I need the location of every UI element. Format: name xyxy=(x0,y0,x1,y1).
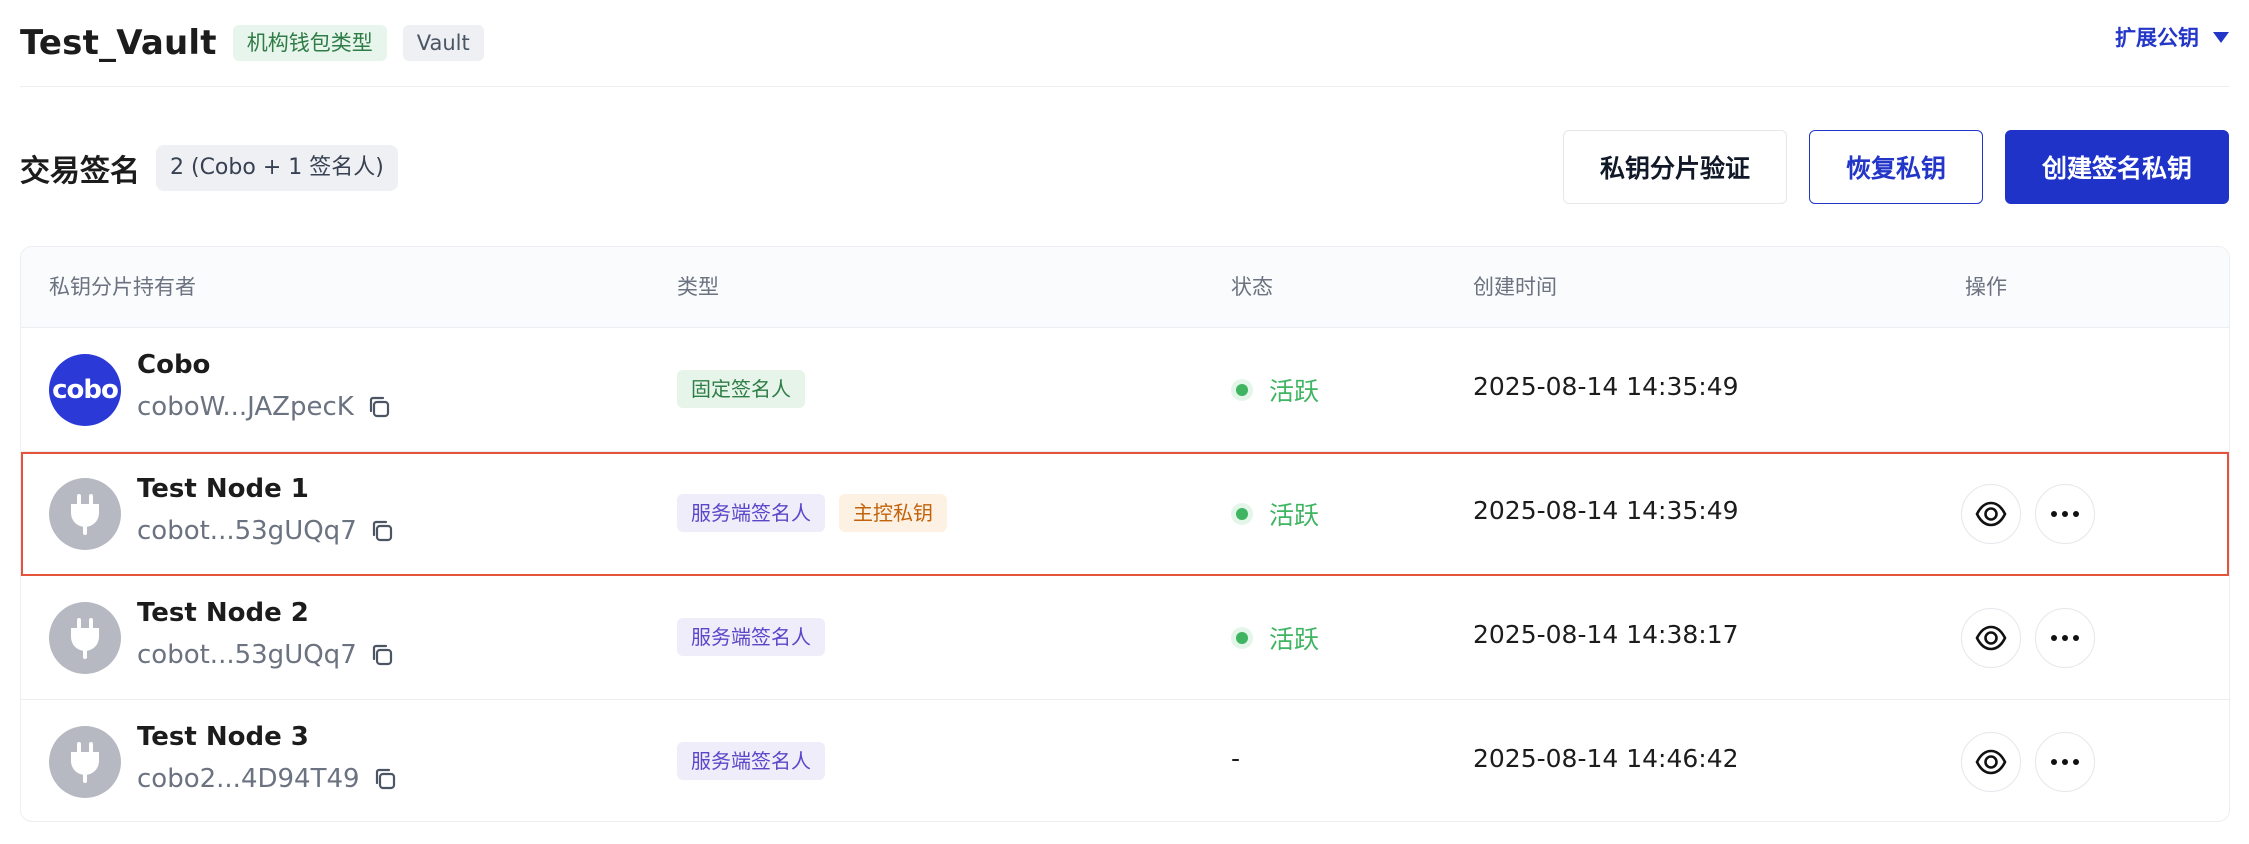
actions-cell xyxy=(1961,484,2109,544)
type-pill-server-signer: 服务端签名人 xyxy=(677,618,825,656)
header-status: 状态 xyxy=(1231,275,1273,299)
page: Test_Vault 机构钱包类型 Vault 扩展公钥 交易签名 2 (Cob… xyxy=(0,0,2249,844)
signer-count-badge: 2 (Cobo + 1 签名人) xyxy=(156,145,398,191)
caret-down-icon xyxy=(2213,31,2229,43)
key-holders-table: 私钥分片持有者 类型 状态 创建时间 操作 cobo Cobo coboW...… xyxy=(20,246,2230,822)
plug-icon xyxy=(71,742,99,783)
status-text: 活跃 xyxy=(1269,377,1320,406)
type-pill-fixed-signer: 固定签名人 xyxy=(677,370,805,408)
holder-address-text: cobot...53gUQq7 xyxy=(137,640,357,670)
table-header: 私钥分片持有者 类型 状态 创建时间 操作 xyxy=(21,247,2229,328)
eye-icon xyxy=(1975,625,2007,651)
holder-address-text: cobo2...4D94T49 xyxy=(137,764,360,794)
header-actions: 操作 xyxy=(1965,275,2007,299)
status-cell: 活跃 xyxy=(1231,496,1319,532)
copy-icon[interactable] xyxy=(369,642,395,668)
table-row: Test Node 2 cobot...53gUQq7 服务端签名人 活跃 20… xyxy=(21,576,2229,700)
holder-name: Test Node 3 xyxy=(137,722,309,752)
created-time: 2025-08-14 14:35:49 xyxy=(1473,372,1739,401)
copy-icon[interactable] xyxy=(366,394,392,420)
holder-address: cobot...53gUQq7 xyxy=(137,640,395,670)
header-holder: 私钥分片持有者 xyxy=(49,275,196,299)
type-pill-server-signer: 服务端签名人 xyxy=(677,742,825,780)
extended-pubkey-label: 扩展公钥 xyxy=(2115,26,2199,50)
holder-name: Cobo xyxy=(137,350,211,380)
vault-title: Test_Vault xyxy=(20,23,217,63)
eye-icon xyxy=(1975,749,2007,775)
more-icon xyxy=(2051,759,2079,765)
actions-cell xyxy=(1961,608,2109,668)
header-created: 创建时间 xyxy=(1473,275,1557,299)
status-cell: 活跃 xyxy=(1231,620,1319,656)
type-cell: 服务端签名人 xyxy=(677,618,839,656)
more-icon xyxy=(2051,511,2079,517)
node-avatar xyxy=(49,602,121,674)
holder-address: cobo2...4D94T49 xyxy=(137,764,398,794)
type-cell: 服务端签名人 主控私钥 xyxy=(677,494,961,532)
node-avatar xyxy=(49,478,121,550)
view-button[interactable] xyxy=(1961,732,2021,792)
recover-key-button[interactable]: 恢复私钥 xyxy=(1808,130,1983,204)
status-dot-icon xyxy=(1231,503,1253,525)
actions-cell xyxy=(1961,732,2109,792)
verify-shard-button[interactable]: 私钥分片验证 xyxy=(1562,130,1787,204)
header-type: 类型 xyxy=(677,275,719,299)
holder-name: Test Node 2 xyxy=(137,598,309,628)
status-cell: - xyxy=(1231,744,1240,773)
cobo-logo-avatar: cobo xyxy=(49,354,121,426)
extended-pubkey-dropdown[interactable]: 扩展公钥 xyxy=(2115,22,2229,52)
vault-tag: Vault xyxy=(402,25,484,61)
plug-icon xyxy=(71,618,99,659)
status-dot-icon xyxy=(1231,379,1253,401)
holder-address: cobot...53gUQq7 xyxy=(137,516,395,546)
status-text: 活跃 xyxy=(1269,625,1320,654)
signing-section: 交易签名 2 (Cobo + 1 签名人) 私钥分片验证 恢复私钥 创建签名私钥 xyxy=(20,130,2229,206)
status-text: - xyxy=(1231,744,1241,773)
section-actions: 私钥分片验证 恢复私钥 创建签名私钥 xyxy=(1541,130,2229,204)
table-row: Test Node 1 cobot...53gUQq7 服务端签名人 主控私钥 … xyxy=(21,452,2229,576)
holder-address-text: cobot...53gUQq7 xyxy=(137,516,357,546)
cobo-logo-text: cobo xyxy=(52,375,119,405)
table-row: Test Node 3 cobo2...4D94T49 服务端签名人 - 202… xyxy=(21,700,2229,821)
view-button[interactable] xyxy=(1961,608,2021,668)
vault-header: Test_Vault 机构钱包类型 Vault 扩展公钥 xyxy=(20,0,2229,87)
section-title: 交易签名 xyxy=(20,154,140,189)
view-button[interactable] xyxy=(1961,484,2021,544)
copy-icon[interactable] xyxy=(372,766,398,792)
more-button[interactable] xyxy=(2035,732,2095,792)
node-avatar xyxy=(49,726,121,798)
eye-icon xyxy=(1975,501,2007,527)
holder-address: coboW...JAZpecK xyxy=(137,392,392,422)
more-icon xyxy=(2051,635,2079,641)
wallet-type-tag: 机构钱包类型 xyxy=(232,25,387,61)
status-cell: 活跃 xyxy=(1231,372,1319,408)
holder-name: Test Node 1 xyxy=(137,474,309,504)
type-cell: 服务端签名人 xyxy=(677,742,839,780)
type-pill-master-key: 主控私钥 xyxy=(839,494,947,532)
copy-icon[interactable] xyxy=(369,518,395,544)
type-cell: 固定签名人 xyxy=(677,370,819,408)
status-dot-icon xyxy=(1231,627,1253,649)
created-time: 2025-08-14 14:35:49 xyxy=(1473,496,1739,525)
holder-address-text: coboW...JAZpecK xyxy=(137,392,354,422)
type-pill-server-signer: 服务端签名人 xyxy=(677,494,825,532)
created-time: 2025-08-14 14:38:17 xyxy=(1473,620,1739,649)
status-text: 活跃 xyxy=(1269,501,1320,530)
plug-icon xyxy=(71,494,99,535)
create-signing-key-button[interactable]: 创建签名私钥 xyxy=(2004,130,2229,204)
created-time: 2025-08-14 14:46:42 xyxy=(1473,744,1739,773)
more-button[interactable] xyxy=(2035,608,2095,668)
table-row: cobo Cobo coboW...JAZpecK 固定签名人 活跃 2025-… xyxy=(21,328,2229,452)
more-button[interactable] xyxy=(2035,484,2095,544)
